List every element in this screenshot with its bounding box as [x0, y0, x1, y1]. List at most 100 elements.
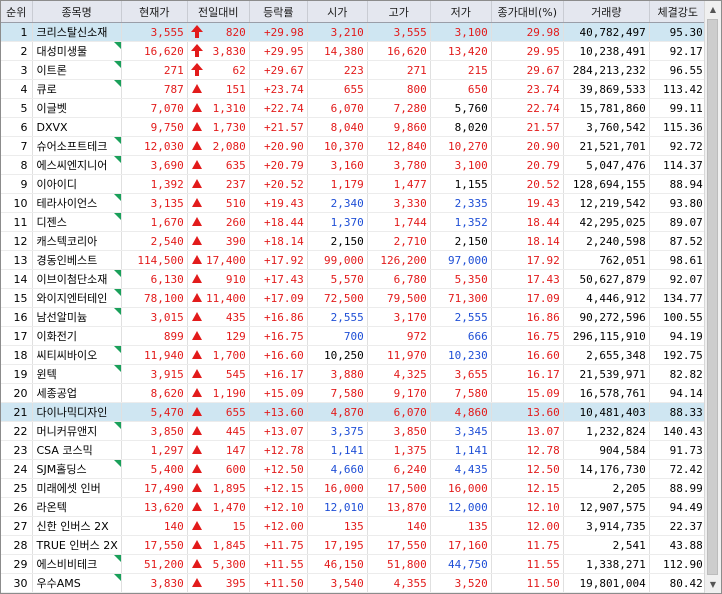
header-strength[interactable]: 체결강도	[649, 1, 707, 23]
header-rank[interactable]: 순위	[1, 1, 33, 23]
volume-cell: 2,205	[563, 478, 650, 498]
name-cell[interactable]: 이아이디	[32, 174, 122, 194]
stock-row[interactable]: 23 CSA 코스믹 1,297 147 +12.78 1,141 1,375 1,141 12…	[1, 440, 707, 460]
name-cell[interactable]: 라온텍	[32, 497, 122, 517]
stock-row[interactable]: 12 캐스텍코리아 2,540 390 +18.14 2,150 2,710 2,150 18.…	[1, 231, 707, 251]
price-text: 12,030	[144, 139, 184, 153]
stock-row[interactable]: 9 이아이디 1,392 237 +20.52 1,179 1,477 1,155 20.52 1…	[1, 174, 707, 194]
high-text: 3,780	[393, 158, 427, 172]
stock-row[interactable]: 18 씨티씨바이오 11,940 1,700 +16.60 10,250 11,970 10,…	[1, 345, 707, 365]
name-cell[interactable]: 큐로	[32, 79, 122, 99]
name-cell[interactable]: 에스비비테크	[32, 554, 122, 574]
header-name[interactable]: 종목명	[32, 1, 122, 23]
name-cell[interactable]: TRUE 인버스 2X	[32, 535, 122, 555]
header-price[interactable]: 현재가	[121, 1, 188, 23]
stock-row[interactable]: 2 대성미생물 16,620 3,830 +29.95 14,380 16,620 13,42…	[1, 41, 707, 61]
prev-pct-text: 22.74	[526, 101, 560, 115]
stock-row[interactable]: 28 TRUE 인버스 2X 17,550 1,845 +11.75 17,195 17,5…	[1, 535, 707, 555]
stock-row[interactable]: 16 남선알미늄 3,015 435 +16.86 2,555 3,170 2,555 16.8…	[1, 307, 707, 327]
rank-text: 14	[13, 272, 28, 286]
stock-row[interactable]: 22 머니커뮤앤지 3,850 445 +13.07 3,375 3,850 3,345 13.…	[1, 421, 707, 441]
header-rate[interactable]: 등락률	[249, 1, 308, 23]
name-cell[interactable]: 캐스텍코리아	[32, 231, 122, 251]
name-cell[interactable]: 테라사이언스	[32, 193, 122, 213]
header-change[interactable]: 전일대비	[187, 1, 250, 23]
name-cell[interactable]: 씨티씨바이오	[32, 345, 122, 365]
name-cell[interactable]: 에스씨엔지니어	[32, 155, 122, 175]
name-cell[interactable]: 우수AMS	[32, 573, 122, 593]
stock-row[interactable]: 8 에스씨엔지니어 3,690 635 +20.79 3,160 3,780 3,100 20.…	[1, 155, 707, 175]
stock-row[interactable]: 30 우수AMS 3,830 395 +11.50 3,540 4,355 3,520 11.5…	[1, 573, 707, 593]
stock-row[interactable]: 13 경동인베스트 114,500 17,400 +17.92 99,000 126,200…	[1, 250, 707, 270]
stock-row[interactable]: 6 DXVX 9,750 1,730 +21.57 8,040 9,860 8,020 21.5…	[1, 117, 707, 137]
strength-text: 72.42	[669, 462, 703, 476]
volume-cell: 2,655,348	[563, 345, 650, 365]
scroll-thumb[interactable]	[707, 19, 718, 575]
name-cell[interactable]: 이글벳	[32, 98, 122, 118]
name-cell[interactable]: DXVX	[32, 117, 122, 137]
open-cell: 12,010	[307, 497, 368, 517]
price-cell: 787	[121, 79, 188, 99]
volume-cell: 21,521,701	[563, 136, 650, 156]
name-cell[interactable]: SJM홀딩스	[32, 459, 122, 479]
stock-row[interactable]: 7 슈어소프트테크 12,030 2,080 +20.90 10,370 12,840 10,…	[1, 136, 707, 156]
stock-row[interactable]: 5 이글벳 7,070 1,310 +22.74 6,070 7,280 5,760 22.74…	[1, 98, 707, 118]
name-cell[interactable]: 디젠스	[32, 212, 122, 232]
name-cell[interactable]: 머니커뮤앤지	[32, 421, 122, 441]
name-text: 대성미생물	[36, 45, 88, 58]
volume-cell: 1,232,824	[563, 421, 650, 441]
prev-pct-cell: 22.74	[491, 98, 564, 118]
stock-row[interactable]: 24 SJM홀딩스 5,400 600 +12.50 4,660 6,240 4,435 12.…	[1, 459, 707, 479]
stock-row[interactable]: 17 이화전기 899 129 +16.75 700 972 666 16.75 296,115,…	[1, 326, 707, 346]
stock-row[interactable]: 3 이트론 271 62 +29.67 223 271 215 29.67 284,213,232…	[1, 60, 707, 80]
stock-row[interactable]: 29 에스비비테크 51,200 5,300 +11.55 46,150 51,800 44,…	[1, 554, 707, 574]
stock-row[interactable]: 19 윈텍 3,915 545 +16.17 3,880 4,325 3,655 16.17 21…	[1, 364, 707, 384]
header-open[interactable]: 시가	[307, 1, 368, 23]
vertical-scrollbar[interactable]: ▲ ▼	[704, 1, 721, 593]
stock-row[interactable]: 21 다이나믹디자인 5,470 655 +13.60 4,870 6,070 4,860 13…	[1, 402, 707, 422]
name-cell[interactable]: 와이지엔터테인	[32, 288, 122, 308]
price-text: 78,100	[144, 291, 184, 305]
name-cell[interactable]: 신한 인버스 2X	[32, 516, 122, 536]
stock-row[interactable]: 15 와이지엔터테인 78,100 11,400 +17.09 72,500 79,500 7…	[1, 288, 707, 308]
open-cell: 14,380	[307, 41, 368, 61]
name-cell[interactable]: 윈텍	[32, 364, 122, 384]
scroll-up-icon[interactable]: ▲	[706, 2, 720, 17]
name-cell[interactable]: 남선알미늄	[32, 307, 122, 327]
low-text: 5,760	[454, 101, 488, 115]
name-cell[interactable]: 다이나믹디자인	[32, 402, 122, 422]
change-cell: 2,080	[187, 136, 250, 156]
stock-row[interactable]: 10 테라사이언스 3,135 510 +19.43 2,340 3,330 2,335 19.…	[1, 193, 707, 213]
strength-text: 92.72	[669, 139, 703, 153]
stock-row[interactable]: 25 미래에셋 인버 17,490 1,895 +12.15 16,000 17,500 16…	[1, 478, 707, 498]
name-cell[interactable]: 슈어소프트테크	[32, 136, 122, 156]
name-cell[interactable]: 세종공업	[32, 383, 122, 403]
strength-text: 43.88	[669, 538, 703, 552]
scroll-down-icon[interactable]: ▼	[706, 577, 720, 592]
name-cell[interactable]: 크리스탈신소재	[32, 22, 122, 42]
stock-row[interactable]: 4 큐로 787 151 +23.74 655 800 650 23.74 39,869,533 1…	[1, 79, 707, 99]
header-volume[interactable]: 거래량	[563, 1, 650, 23]
header-high[interactable]: 고가	[367, 1, 431, 23]
stock-row[interactable]: 14 이브이첨단소재 6,130 910 +17.43 5,570 6,780 5,350 17…	[1, 269, 707, 289]
stock-row[interactable]: 27 신한 인버스 2X 140 15 +12.00 135 140 135 12.00 3,91…	[1, 516, 707, 536]
name-cell[interactable]: 이트론	[32, 60, 122, 80]
rank-text: 24	[13, 462, 28, 476]
prev-pct-cell: 12.00	[491, 516, 564, 536]
name-cell[interactable]: 경동인베스트	[32, 250, 122, 270]
stock-row[interactable]: 26 라온텍 13,620 1,470 +12.10 12,010 13,870 12,000…	[1, 497, 707, 517]
stock-row[interactable]: 20 세종공업 8,620 1,190 +15.09 7,580 9,170 7,580 15.…	[1, 383, 707, 403]
rank-cell: 10	[1, 193, 33, 213]
stock-row[interactable]: 1 크리스탈신소재 3,555 820 +29.98 3,210 3,555 3,100 29.…	[1, 22, 707, 42]
name-cell[interactable]: CSA 코스믹	[32, 440, 122, 460]
header-low[interactable]: 저가	[430, 1, 492, 23]
volume-cell: 40,782,497	[563, 22, 650, 42]
stock-row[interactable]: 11 디젠스 1,670 260 +18.44 1,370 1,744 1,352 18.44 4…	[1, 212, 707, 232]
volume-cell: 5,047,476	[563, 155, 650, 175]
name-cell[interactable]: 이브이첨단소재	[32, 269, 122, 289]
name-cell[interactable]: 이화전기	[32, 326, 122, 346]
header-prev-pct[interactable]: 종가대비(%)	[491, 1, 564, 23]
rank-text: 4	[20, 82, 28, 96]
name-cell[interactable]: 대성미생물	[32, 41, 122, 61]
name-cell[interactable]: 미래에셋 인버	[32, 478, 122, 498]
